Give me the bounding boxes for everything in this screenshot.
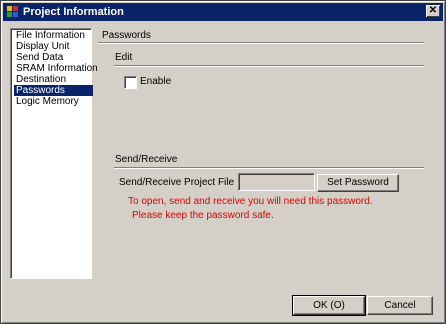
set-password-button[interactable]: Set Password	[317, 174, 399, 192]
panel-title: Passwords	[102, 30, 151, 41]
send-receive-file-label: Send/Receive Project File	[119, 177, 235, 188]
edit-section-label: Edit	[115, 52, 133, 63]
panel-title-divider	[98, 42, 424, 44]
nav-item-destination[interactable]: Destination	[14, 74, 93, 85]
cancel-button[interactable]: Cancel	[367, 296, 433, 315]
window-title: Project Information	[23, 6, 124, 18]
nav-item-sram-information[interactable]: SRAM Information	[14, 63, 98, 74]
nav-item-display-unit[interactable]: Display Unit	[14, 41, 93, 52]
nav-item-send-data[interactable]: Send Data	[14, 52, 93, 63]
app-icon	[7, 6, 18, 17]
password-field	[238, 173, 315, 191]
enable-checkbox[interactable]	[124, 76, 137, 89]
edit-section-divider	[114, 65, 424, 67]
send-receive-section-label: Send/Receive	[115, 154, 178, 165]
ok-button[interactable]: OK (O)	[292, 295, 366, 316]
project-information-dialog: Project Information ✕ File Information D…	[0, 0, 446, 324]
send-receive-divider	[114, 167, 424, 169]
close-icon: ✕	[428, 5, 438, 16]
nav-item-logic-memory[interactable]: Logic Memory	[14, 96, 93, 107]
nav-item-passwords[interactable]: Passwords	[14, 85, 93, 96]
password-warning-line-2: Please keep the password safe.	[132, 210, 274, 221]
enable-label: Enable	[140, 76, 172, 87]
close-button[interactable]: ✕	[426, 5, 440, 17]
category-list[interactable]: File Information Display Unit Send Data …	[10, 28, 98, 279]
title-bar: Project Information ✕	[3, 3, 443, 21]
password-warning-line-1: To open, send and receive you will need …	[128, 196, 373, 207]
nav-item-file-information[interactable]: File Information	[14, 30, 93, 41]
